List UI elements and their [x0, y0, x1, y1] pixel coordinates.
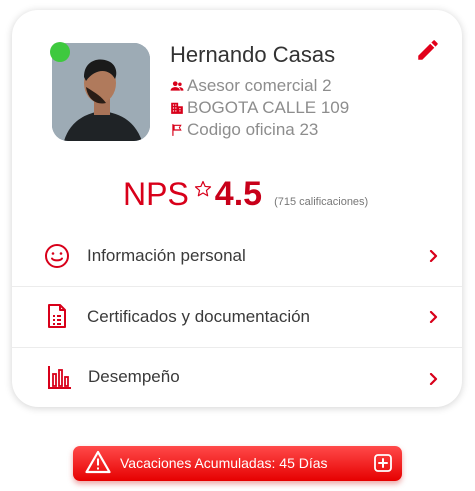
office-code-row: Codigo oficina 23: [170, 120, 318, 140]
people-icon: [170, 81, 184, 91]
document-icon: [48, 304, 66, 328]
star-outline-icon: [194, 180, 211, 196]
building-icon: [171, 102, 183, 114]
menu-item-personal-info[interactable]: Información personal: [12, 226, 462, 286]
employee-name: Hernando Casas: [170, 42, 336, 67]
profile-card: Hernando Casas Asesor comercial 2 BOGOTA…: [12, 10, 462, 407]
chevron-right-icon: [429, 373, 438, 385]
office-row: BOGOTA CALLE 109: [170, 98, 349, 118]
plus-square-icon[interactable]: [374, 454, 392, 472]
edit-pencil-icon[interactable]: [415, 37, 441, 63]
smile-icon: [45, 244, 69, 268]
nps-value: 4.5: [214, 175, 263, 213]
menu-item-performance[interactable]: Desempeño: [12, 347, 462, 407]
nps-rating-count: (715 calificaciones): [274, 196, 369, 208]
nps-label: NPS: [123, 176, 189, 212]
menu-label-personal-info: Información personal: [87, 246, 246, 265]
office-code-text: Codigo oficina 23: [187, 120, 319, 139]
role-row: Asesor comercial 2: [170, 76, 332, 96]
warning-icon: [85, 450, 111, 474]
chevron-right-icon: [429, 250, 438, 262]
online-status-indicator: [50, 42, 70, 62]
menu-label-certificates: Certificados y documentación: [87, 307, 311, 326]
menu-label-performance: Desempeño: [88, 367, 180, 386]
vacations-label: Vacaciones Acumuladas: 45 Días: [120, 455, 328, 471]
role-text: Asesor comercial 2: [187, 76, 332, 95]
chevron-right-icon: [429, 311, 438, 323]
office-text: BOGOTA CALLE 109: [187, 98, 350, 117]
flag-icon: [172, 124, 182, 136]
vacations-button[interactable]: Vacaciones Acumuladas: 45 Días: [73, 446, 402, 481]
nps-score: NPS 4.5 (715 calificaciones): [123, 175, 368, 214]
bar-chart-icon: [48, 366, 71, 389]
menu-item-certificates[interactable]: Certificados y documentación: [12, 287, 462, 347]
